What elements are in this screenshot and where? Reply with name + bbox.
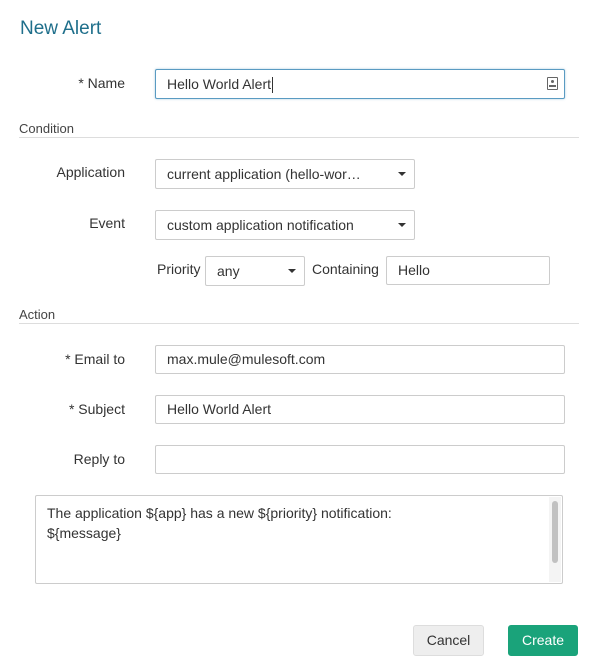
condition-divider [19,137,579,138]
text-cursor [272,77,274,94]
subject-label: * Subject [68,401,125,417]
name-input-value: Hello World Alert [167,76,272,92]
priority-select-value: any [217,263,240,279]
email-input[interactable]: max.mule@mulesoft.com [155,345,565,374]
subject-input[interactable]: Hello World Alert [155,395,565,424]
textarea-scrollbar[interactable] [549,497,561,582]
application-select[interactable]: current application (hello-wor… [155,159,415,189]
scrollbar-thumb[interactable] [552,501,558,563]
email-label: * Email to [65,351,125,367]
priority-label: Priority [157,261,201,277]
containing-label: Containing [312,261,379,277]
condition-section-label: Condition [19,121,74,136]
action-section-label: Action [19,307,56,322]
reply-label: Reply to [73,451,125,467]
subject-input-value: Hello World Alert [167,401,272,417]
create-button[interactable]: Create [508,625,578,656]
priority-select[interactable]: any [205,256,305,286]
caret-down-icon [398,223,406,227]
containing-input-value: Hello [398,262,430,278]
message-textarea[interactable]: The application ${app} has a new ${prior… [35,495,563,584]
email-input-value: max.mule@mulesoft.com [167,351,326,367]
new-alert-dialog: New Alert * Name Hello World Alert Condi… [0,0,597,671]
containing-input[interactable]: Hello [386,256,550,285]
message-line: ${message} [47,525,121,541]
application-label: Application [56,164,126,180]
caret-down-icon [398,172,406,176]
event-select[interactable]: custom application notification [155,210,415,240]
cancel-button[interactable]: Cancel [413,625,484,656]
name-label: * Name [78,75,125,91]
reply-input[interactable] [155,445,565,474]
dialog-title: New Alert [20,18,102,39]
action-divider [19,323,579,324]
event-select-value: custom application notification [167,217,354,233]
contact-card-icon[interactable] [547,77,558,90]
application-select-value: current application (hello-wor… [167,166,361,182]
name-input[interactable]: Hello World Alert [155,69,565,99]
message-line: The application ${app} has a new ${prior… [47,505,392,521]
caret-down-icon [288,269,296,273]
event-label: Event [89,215,125,231]
